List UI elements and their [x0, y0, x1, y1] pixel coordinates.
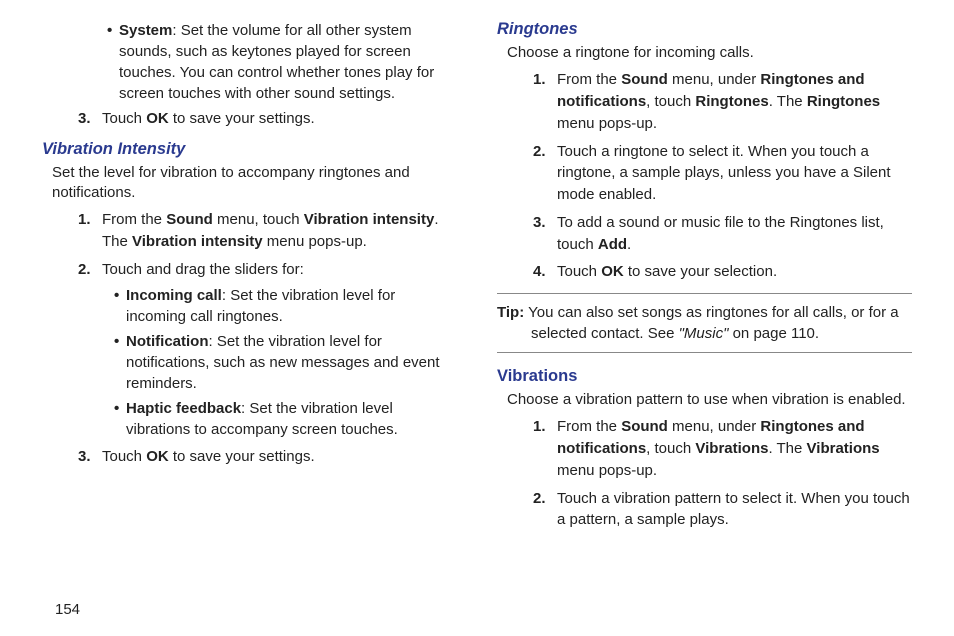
- right-column: Ringtones Choose a ringtone for incoming…: [477, 20, 912, 626]
- vibrations-heading: Vibrations: [497, 367, 912, 386]
- ringtones-steps: From the Sound menu, under Ringtones and…: [497, 69, 912, 283]
- tip-body: Tip: You can also set songs as ringtones…: [497, 302, 912, 344]
- vibs-step-2: Touch a vibration pattern to select it. …: [557, 488, 912, 532]
- vib-step-2: Touch and drag the sliders for: Incoming…: [102, 259, 457, 440]
- ring-step-4: Touch OK to save your selection.: [557, 261, 912, 283]
- system-label: System: [119, 22, 172, 39]
- vib-bullet-incoming: Incoming call: Set the vibration level f…: [114, 285, 457, 327]
- page-number: 154: [55, 601, 80, 618]
- vibrations-steps: From the Sound menu, under Ringtones and…: [497, 416, 912, 531]
- tip-label: Tip:: [497, 304, 524, 321]
- ring-step-1: From the Sound menu, under Ringtones and…: [557, 69, 912, 134]
- vib-bullet-notification: Notification: Set the vibration level fo…: [114, 331, 457, 394]
- ringtones-heading: Ringtones: [497, 20, 912, 39]
- vibration-intensity-intro: Set the level for vibration to accompany…: [52, 163, 457, 204]
- prior-steps-continued: Touch OK to save your settings.: [42, 108, 457, 130]
- tip-music-ref: "Music": [679, 325, 729, 342]
- tip-block: Tip: You can also set songs as ringtones…: [497, 293, 912, 353]
- vibs-step-1: From the Sound menu, under Ringtones and…: [557, 416, 912, 481]
- ring-step-3: To add a sound or music file to the Ring…: [557, 212, 912, 256]
- vibrations-intro: Choose a vibration pattern to use when v…: [507, 390, 912, 410]
- vibration-intensity-heading: Vibration Intensity: [42, 140, 457, 159]
- ring-step-2: Touch a ringtone to select it. When you …: [557, 141, 912, 206]
- vib-step-1: From the Sound menu, touch Vibration int…: [102, 209, 457, 253]
- step-3: Touch OK to save your settings.: [102, 108, 457, 130]
- left-column: System: Set the volume for all other sys…: [42, 20, 477, 626]
- vib-step-3: Touch OK to save your settings.: [102, 446, 457, 468]
- vib-sub-bullets: Incoming call: Set the vibration level f…: [102, 285, 457, 440]
- vibration-steps: From the Sound menu, touch Vibration int…: [42, 209, 457, 467]
- ringtones-intro: Choose a ringtone for incoming calls.: [507, 43, 912, 63]
- system-bullet-list: System: Set the volume for all other sys…: [42, 20, 457, 104]
- vib-bullet-haptic: Haptic feedback: Set the vibration level…: [114, 398, 457, 440]
- manual-page: System: Set the volume for all other sys…: [0, 0, 954, 636]
- system-bullet: System: Set the volume for all other sys…: [107, 20, 457, 104]
